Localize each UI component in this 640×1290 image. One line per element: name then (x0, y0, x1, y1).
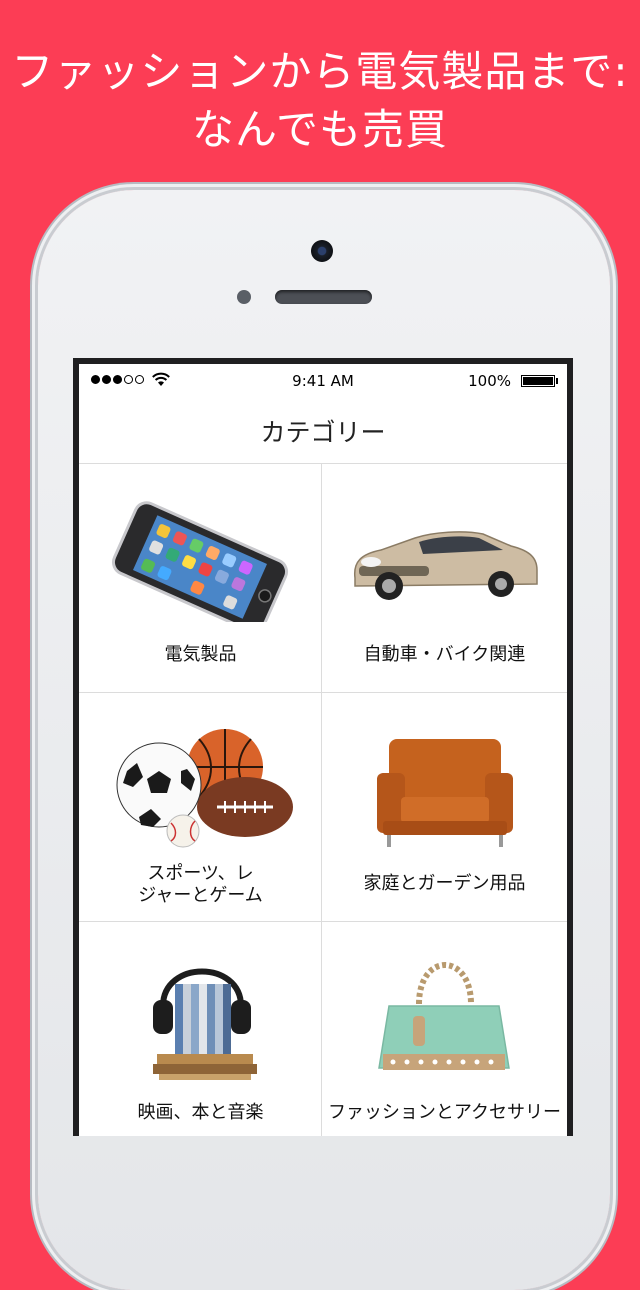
battery-cap (556, 378, 558, 384)
proximity-sensor (237, 290, 251, 304)
category-label: 電気製品 (164, 644, 237, 665)
category-label: 自動車・バイク関連 (363, 644, 526, 665)
earpiece-speaker (275, 290, 372, 304)
category-electronics[interactable]: 電気製品 (79, 464, 322, 692)
armchair-image (377, 739, 513, 847)
category-sports[interactable]: スポーツ、レ ジャーとゲーム (79, 693, 322, 921)
volume-up-button (30, 472, 38, 516)
battery-percentage: 100% (468, 372, 511, 390)
mute-switch (30, 362, 38, 412)
category-label: 映画、本と音楽 (137, 1102, 264, 1123)
category-auto[interactable]: 自動車・バイク関連 (323, 464, 566, 692)
volume-down-button (30, 572, 38, 616)
status-bar: 9:41 AM 100% (79, 364, 567, 398)
category-media[interactable]: 映画、本と音楽 (79, 922, 322, 1136)
app-display: 9:41 AM 100% カテゴリー 電気製品 自動車・バイク関連 スポーツ、レ… (79, 364, 567, 1136)
promo-headline-line2: なんでも売買 (192, 105, 448, 154)
nav-bar: カテゴリー (79, 398, 567, 464)
phone-screen: 9:41 AM 100% カテゴリー 電気製品 自動車・バイク関連 スポーツ、レ… (73, 358, 573, 1136)
category-label-line2: ジャーとゲーム (138, 885, 263, 906)
promo-headline-line1: ファッションから電気製品まで: (11, 47, 629, 96)
category-label: 家庭とガーデン用品 (363, 873, 526, 894)
smartphone-image (111, 501, 289, 622)
handbag-image (378, 962, 510, 1070)
sports-balls-image (116, 729, 293, 848)
category-label-line1: スポーツ、レ (147, 863, 254, 884)
front-camera (311, 240, 333, 262)
battery-icon (521, 375, 555, 387)
page-title: カテゴリー (260, 417, 386, 447)
category-fashion[interactable]: ファッションとアクセサリー (323, 922, 566, 1136)
media-headphones-image (153, 968, 257, 1080)
category-home-garden[interactable]: 家庭とガーデン用品 (323, 693, 566, 921)
category-label: ファッションとアクセサリー (327, 1102, 562, 1123)
car-image (353, 531, 538, 600)
